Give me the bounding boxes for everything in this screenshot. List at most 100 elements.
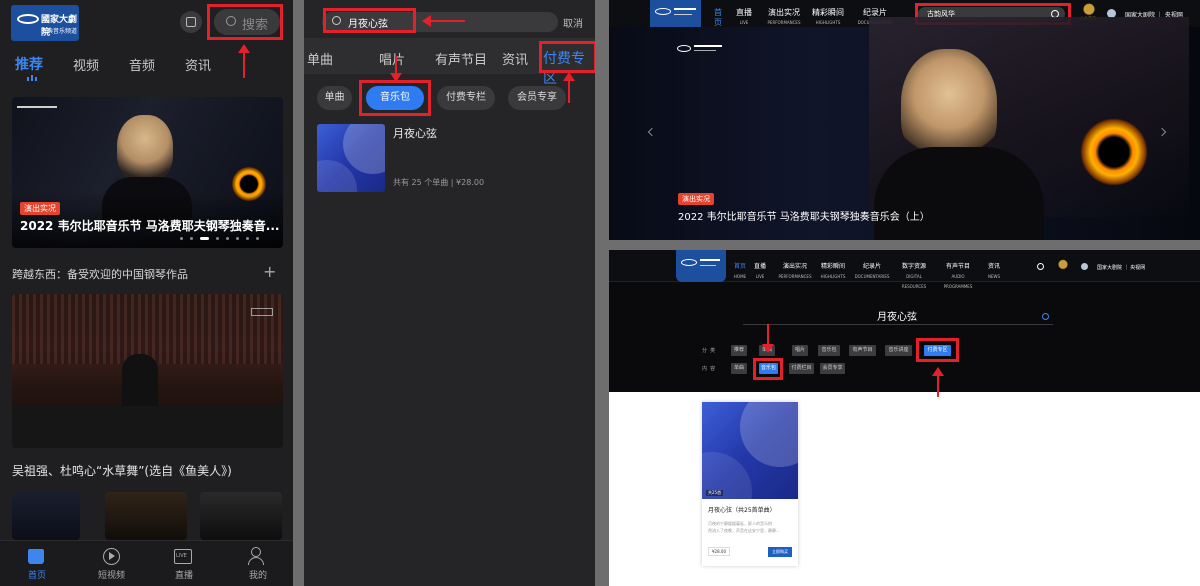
nav-news[interactable]: 资讯 NEWS	[987, 262, 1001, 282]
section-add-button[interactable]: +	[263, 262, 276, 281]
brand-emblem-image	[1055, 259, 1071, 277]
app-logo[interactable]: 國家大劇院 古典音乐频道	[11, 5, 79, 41]
arrow-line	[937, 375, 939, 397]
filter-recommend[interactable]: 推荐	[731, 345, 747, 356]
arrow-line	[395, 56, 397, 73]
filter-row1-label: 分 类	[702, 348, 716, 354]
cancel-button[interactable]: 取消	[563, 15, 583, 30]
nav-documentaries[interactable]: 纪录片DOCUMENTARIES	[854, 262, 890, 282]
home-icon[interactable]	[28, 549, 44, 564]
chip-paid-column[interactable]: 付费专栏	[437, 86, 495, 110]
hero-badge: 演出实况	[20, 202, 60, 215]
performer-body	[874, 147, 1044, 240]
mobile-search-panel: 月夜心弦 取消 单曲 唱片 有声节目 资讯 付费专区 单曲 音乐包 付费专栏 会…	[304, 0, 595, 586]
tab-single[interactable]: 单曲	[307, 49, 333, 68]
card-price: ¥28.00	[708, 547, 730, 556]
logo-emblem	[17, 14, 39, 24]
concert-video-card[interactable]	[12, 294, 283, 448]
buy-now-button[interactable]: 立即购买	[768, 547, 792, 557]
nav-digital-resources[interactable]: 数字资源 DIGITAL RESOURCES	[895, 262, 933, 292]
hero-logo	[677, 43, 725, 55]
arrow-line	[431, 20, 465, 22]
scan-icon	[186, 17, 196, 27]
carousel-dots[interactable]	[180, 237, 278, 241]
content-single[interactable]: 单曲	[731, 363, 747, 374]
search-query-title[interactable]: 月夜心弦	[877, 308, 917, 323]
festival-logo-image	[1079, 117, 1149, 187]
filter-album[interactable]: 唱片	[792, 345, 808, 356]
web-home-panel: 首页HOME 直播LIVE 演出实况PERFORMANCES 精彩瞬间HIGHL…	[609, 0, 1200, 240]
highlight-box-paid-zone	[539, 41, 595, 73]
logo-subtitle: 古典音乐频道	[41, 28, 78, 35]
nav-highlights[interactable]: 精彩瞬间 HIGHLIGHTS	[809, 8, 847, 28]
card-title[interactable]: 月夜心弦（共25首单曲）	[708, 505, 776, 514]
content-paid-column[interactable]: 付费栏目	[789, 363, 814, 374]
arrow-head	[563, 72, 575, 81]
chip-single[interactable]: 单曲	[317, 86, 352, 110]
album-cover-image[interactable]	[317, 124, 385, 192]
profile-icon[interactable]	[251, 547, 261, 557]
partner-links[interactable]: 国家大剧院 ｜ 央视网	[1097, 264, 1145, 271]
tab-audio[interactable]: 音频	[129, 55, 155, 74]
music-pack-card[interactable]: 共25首 月夜心弦（共25首单曲） 月夜的宁静缓缓蔓延，醉人的音乐悄 然流入了夜…	[702, 402, 798, 566]
hero-badge: 演出实况	[678, 193, 714, 205]
play-icon[interactable]	[103, 548, 120, 565]
arrow-head	[762, 344, 774, 353]
highlight-box-music-pack	[753, 358, 783, 380]
tab-recommend[interactable]: 推荐	[15, 54, 43, 74]
highlight-box-search	[207, 4, 283, 40]
hero-banner[interactable]: 演出实况 2022 韦尔比耶音乐节 马洛费耶夫钢琴独奏音乐会（上）	[609, 17, 1200, 240]
tab-audio-programme[interactable]: 有声节目	[435, 49, 487, 68]
hero-banner[interactable]: 演出实况 2022 韦尔比耶音乐节 马洛费耶夫钢琴独奏音...	[12, 97, 283, 248]
result-meta: 共有 25 个单曲 | ¥28.00	[393, 178, 485, 187]
live-icon-label: LIVE	[176, 553, 187, 559]
thumbnail-2[interactable]	[105, 492, 187, 540]
avatar[interactable]	[1081, 263, 1088, 270]
content-member[interactable]: 会员专享	[820, 363, 845, 374]
arrow-head	[422, 15, 431, 27]
section-title: 跨越东西：备受欢迎的中国钢琴作品	[12, 268, 188, 281]
tab-video[interactable]: 视频	[73, 55, 99, 74]
nav-short-video[interactable]: 短视频	[98, 568, 125, 581]
nav-home[interactable]: 首页HOME	[733, 262, 747, 282]
tab-album[interactable]: 唱片	[379, 49, 405, 68]
nav-live[interactable]: 直播 LIVE	[752, 262, 768, 282]
tab-news[interactable]: 资讯	[185, 55, 211, 74]
search-underline	[743, 324, 1053, 325]
mobile-home-panel: 國家大劇院 古典音乐频道 搜索 推荐 视频 音频 资讯 演出实况 2022 韦尔…	[0, 0, 293, 586]
hero-title: 2022 韦尔比耶音乐节 马洛费耶夫钢琴独奏音...	[20, 219, 280, 233]
nav-live[interactable]: 直播	[175, 568, 193, 581]
search-icon[interactable]	[1037, 263, 1044, 270]
result-title[interactable]: 月夜心弦	[393, 125, 437, 141]
hero-logo	[17, 106, 57, 118]
nav-performances[interactable]: 演出实况 PERFORMANCES	[764, 8, 804, 28]
arrow-head	[238, 44, 250, 53]
nav-home[interactable]: 首页	[28, 568, 46, 581]
live-icon[interactable]: LIVE	[174, 549, 192, 564]
search-submit-icon[interactable]	[1042, 313, 1049, 320]
filter-audio-programme[interactable]: 有声节目	[849, 345, 876, 356]
filter-music-lecture[interactable]: 音乐讲座	[885, 345, 912, 356]
nav-live[interactable]: 直播 LIVE	[736, 8, 752, 28]
thumbnail-3[interactable]	[200, 492, 282, 540]
site-logo[interactable]	[676, 250, 726, 282]
web-search-panel: 首页 HOME 直播 LIVE 演出实况 PERFORMANCES 精彩瞬间 HIGHL…	[609, 250, 1200, 586]
filter-row2-label: 内 容	[702, 366, 716, 372]
bottom-nav: 首页 短视频 LIVE 直播 我的	[0, 540, 293, 586]
chip-member[interactable]: 会员专享	[508, 86, 566, 110]
highlight-box-music-pack	[359, 80, 431, 116]
nav-highlights[interactable]: 精彩瞬间 HIGHLIGHTS	[817, 262, 849, 282]
tab-news[interactable]: 资讯	[502, 49, 528, 68]
nav-performances[interactable]: 演出实况 PERFORMANCES	[778, 262, 812, 282]
video-caption: 吴祖强、杜鸣心“水草舞”(选自《鱼美人》)	[12, 464, 232, 478]
nav-mine[interactable]: 我的	[249, 568, 267, 581]
nav-audio-programmes[interactable]: 有声节目 AUDIO PROGRAMMES	[938, 262, 978, 292]
scan-button[interactable]	[180, 11, 202, 33]
thumbnail-1[interactable]	[12, 492, 80, 540]
active-tab-indicator	[27, 75, 37, 81]
cntv-watermark-image	[251, 308, 273, 316]
card-desc-line1: 月夜的宁静缓缓蔓延，醉人的音乐悄	[708, 521, 772, 526]
filter-music-pack[interactable]: 音乐包	[818, 345, 840, 356]
prev-slide-button[interactable]	[647, 127, 657, 137]
profile-icon-body	[248, 557, 264, 565]
